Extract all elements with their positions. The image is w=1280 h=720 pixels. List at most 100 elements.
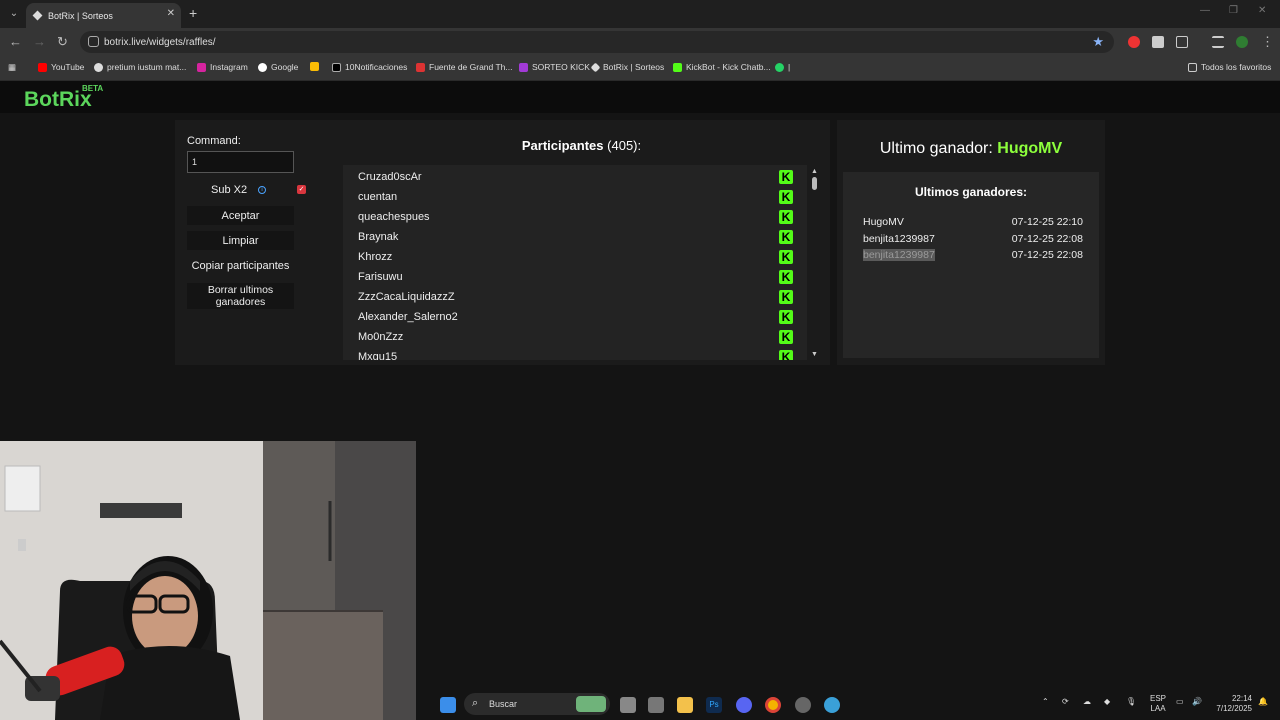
list-item[interactable]: queachespues K [343,205,807,225]
menu-icon[interactable]: ⋮ [1261,34,1274,50]
extension-icon[interactable] [1152,36,1164,48]
sub-x2-label: Sub X2 [211,184,248,196]
list-item[interactable]: ZzzCacaLiquidazzZ K [343,285,807,305]
bookmark-star-icon[interactable]: ★ [1092,34,1104,50]
kick-icon: K [779,230,793,244]
tab-search-icon[interactable]: ⌄ [6,6,22,22]
command-label: Command: [187,135,241,147]
site-info-icon[interactable] [88,36,99,47]
all-bookmarks-folder[interactable]: Todos los favoritos [1188,62,1271,72]
taskbar-search[interactable]: ⌕ Buscar [464,693,610,715]
file-explorer-icon[interactable] [677,697,693,713]
reload-icon[interactable]: ↻ [57,34,68,50]
info-icon[interactable]: i [258,186,266,194]
notification-bell-icon[interactable]: 🔔 [1258,697,1268,706]
close-window-icon[interactable]: ✕ [1258,5,1266,16]
bookmark-sorteo-kick[interactable]: SORTEO KICK [519,62,590,72]
kick-icon: K [779,310,793,324]
globe-icon[interactable] [824,697,840,713]
winner-row: HugoMV 07-12-25 22:10 [863,216,1083,228]
last-winners-box [843,172,1099,358]
media-icon[interactable] [1212,36,1224,48]
microphone-icon[interactable]: 🎙 [1126,697,1136,706]
maximize-icon[interactable]: ❐ [1229,5,1238,16]
kick-icon: K [779,250,793,264]
clock[interactable]: 22:14 7/12/2025 [1214,694,1252,714]
new-tab-icon[interactable]: + [189,5,197,21]
bookmark-pretium[interactable]: pretium iustum mat... [94,62,186,72]
bookmark-kickbot[interactable]: KickBot - Kick Chatb... [673,62,771,72]
browser-tab[interactable]: BotRix | Sorteos ✕ [26,3,181,28]
obs-icon[interactable] [795,697,811,713]
copy-participants-button[interactable]: Copiar participantes [187,256,294,275]
puzzle-icon[interactable] [1176,36,1188,48]
sub-x2-checkbox[interactable]: ✓ [297,185,306,194]
delete-winners-button[interactable]: Borrar ultimos ganadores [187,283,294,309]
kick-icon: K [779,290,793,304]
kick-icon: K [779,190,793,204]
participants-list[interactable]: Cruzad0scAr K cuentan K queachespues K Bray… [343,165,807,360]
winner-row: benjita1239987 07-12-25 22:08 [863,233,1083,245]
accept-button[interactable]: Aceptar [187,206,294,225]
bookmark-youtube[interactable]: YouTube [38,62,84,72]
scroll-up-icon[interactable]: ▲ [811,168,818,175]
scroll-down-icon[interactable]: ▼ [811,351,818,358]
participants-title: Participantes (405): [521,138,642,153]
list-item[interactable]: Braynak K [343,225,807,245]
photoshop-icon[interactable]: Ps [706,697,722,713]
botrix-favicon-icon [32,10,43,21]
app-header: BotRix BETA [0,81,1280,113]
back-icon[interactable]: ← [9,34,22,49]
minimize-icon[interactable]: — [1200,5,1210,16]
beta-badge: BETA [82,84,104,93]
bookmark-pinwheel[interactable] [310,62,323,71]
webcam-overlay [0,441,416,720]
tray-sync-icon[interactable]: ⟳ [1062,697,1069,706]
list-item[interactable]: Farisuwu K [343,265,807,285]
webcam-image [0,441,416,720]
tray-app-icon[interactable]: ◆ [1104,697,1110,706]
kick-icon: K [779,270,793,284]
last-winners-title: Ultimos ganadores: [914,185,1028,199]
bookmark-botrix[interactable]: BotRix | Sorteos [590,62,664,72]
bookmarks-bar: ▦ YouTube pretium iustum mat... Instagra… [0,56,1280,81]
task-view-icon[interactable] [620,697,636,713]
list-item[interactable]: cuentan K [343,185,807,205]
network-icon[interactable]: ▭ [1176,697,1184,706]
bookmark-google[interactable]: Google [258,62,298,72]
tray-chevron-icon[interactable]: ⌃ [1042,697,1049,706]
kick-icon: K [779,330,793,344]
clear-button[interactable]: Limpiar [187,231,294,250]
list-item[interactable]: Mxgu15 K [343,345,807,360]
bookmark-notificaciones[interactable]: 10Notificaciones [332,62,407,72]
command-input[interactable] [187,151,294,173]
volume-icon[interactable]: 🔊 [1192,697,1202,706]
language-indicator[interactable]: ESP LAA [1150,694,1166,714]
close-tab-icon[interactable]: ✕ [167,8,175,19]
search-highlight-icon [576,696,606,712]
tab-title: BotRix | Sorteos [48,10,113,21]
app-icon[interactable] [648,697,664,713]
participants-count: (405): [607,138,642,153]
avatar[interactable] [1236,36,1248,48]
kick-icon: K [779,350,793,360]
discord-icon[interactable] [736,697,752,713]
onedrive-icon[interactable]: ☁ [1083,697,1091,706]
list-item[interactable]: Mo0nZzz K [343,325,807,345]
windows-start-icon[interactable] [440,697,456,713]
kick-icon: K [779,210,793,224]
winner-row: benjita1239987 07-12-25 22:08 [863,249,1083,261]
list-item[interactable]: Khrozz K [343,245,807,265]
list-item[interactable]: Cruzad0scAr K [343,165,807,185]
chrome-icon[interactable] [765,697,781,713]
list-item[interactable]: Alexander_Salerno2 K [343,305,807,325]
kick-icon: K [779,170,793,184]
extension-red-icon[interactable] [1128,36,1140,48]
forward-icon[interactable]: → [33,34,46,49]
bookmark-whatsapp[interactable]: | [775,62,790,72]
bookmark-fuente[interactable]: Fuente de Grand Th... [416,62,512,72]
apps-icon[interactable]: ▦ [8,62,16,73]
address-bar[interactable]: botrix.live/widgets/raffles/ ★ [80,31,1114,53]
scrollbar-thumb[interactable] [812,177,817,190]
bookmark-instagram[interactable]: Instagram [197,62,248,72]
